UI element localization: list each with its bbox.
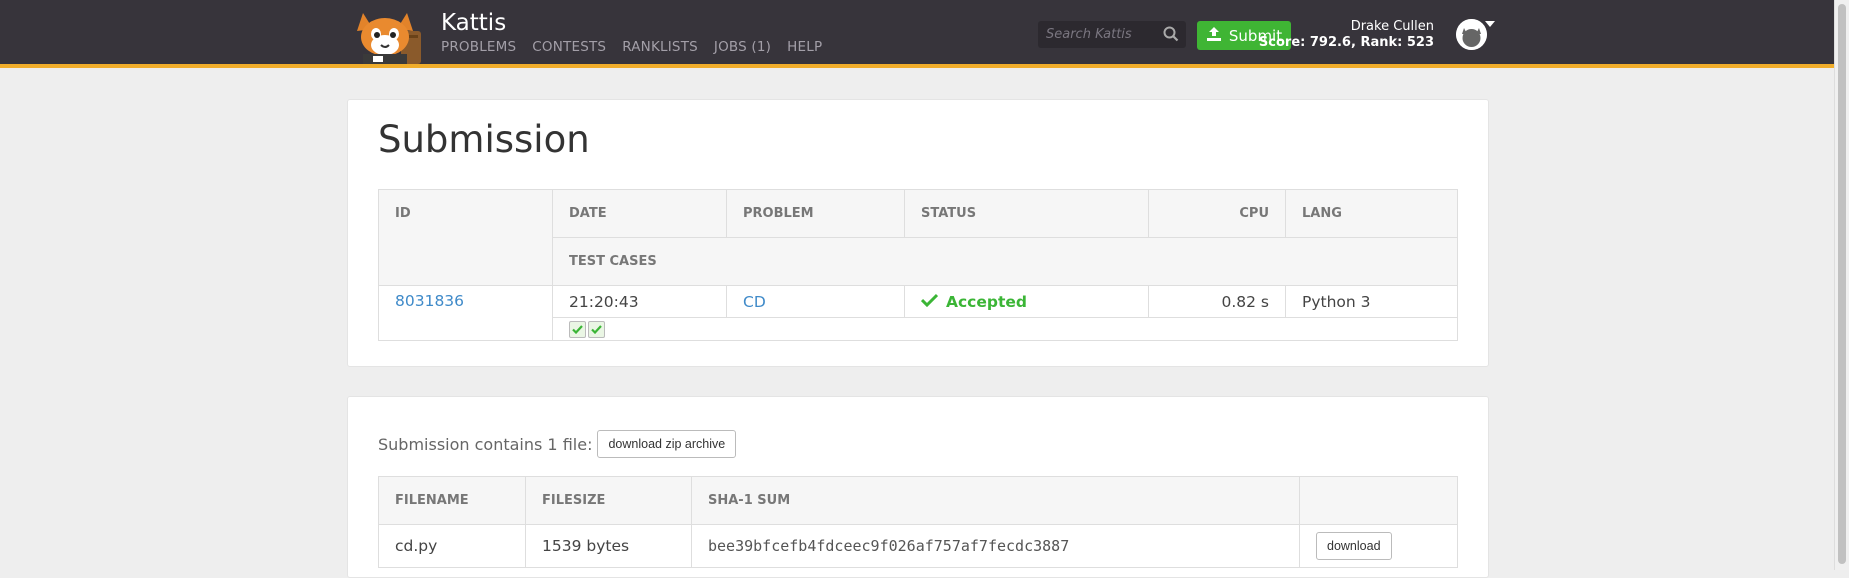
chevron-down-icon[interactable] (1485, 21, 1495, 27)
nav-problems[interactable]: PROBLEMS (441, 39, 516, 55)
col-status: STATUS (904, 189, 1149, 238)
file-actions: download (1299, 524, 1458, 568)
user-score-rank: Score: 792.6, Rank: 523 (1258, 35, 1434, 50)
status-label: Accepted (946, 292, 1027, 311)
submission-problem-cell: CD (726, 285, 905, 318)
search-icon[interactable] (1162, 25, 1180, 43)
user-info[interactable]: Drake Cullen Score: 792.6, Rank: 523 (1259, 19, 1434, 51)
col-problem: PROBLEM (726, 189, 905, 238)
upload-icon (1206, 26, 1222, 46)
submission-cpu: 0.82 s (1148, 285, 1286, 318)
file-size: 1539 bytes (525, 524, 692, 568)
submission-id-link[interactable]: 8031836 (395, 292, 464, 310)
main-nav: PROBLEMS CONTESTS RANKLISTS JOBS (1) HEL… (441, 39, 822, 55)
brand-name[interactable]: Kattis (441, 10, 506, 36)
nav-help[interactable]: HELP (787, 39, 822, 55)
files-summary: Submission contains 1 file: download zip… (378, 430, 737, 458)
download-zip-button[interactable]: download zip archive (597, 430, 737, 458)
table-row: cd.py 1539 bytes bee39bfcefb4fdceec9f026… (378, 524, 1458, 568)
search-placeholder: Search Kattis (1046, 27, 1132, 42)
test-cases-cell (552, 317, 1458, 341)
col-actions (1299, 476, 1458, 525)
file-sha1: bee39bfcefb4fdceec9f026af757af7fecdc3887 (691, 524, 1300, 568)
page-title: Submission (378, 118, 590, 161)
nav-jobs[interactable]: JOBS (1) (714, 39, 771, 55)
test-case-passed-icon[interactable] (588, 321, 605, 338)
kattis-logo[interactable] (349, 9, 429, 64)
file-name: cd.py (378, 524, 526, 568)
submission-id-cell: 8031836 (378, 285, 553, 341)
avatar[interactable] (1456, 19, 1487, 50)
user-name: Drake Cullen (1350, 19, 1434, 34)
nav-ranklists[interactable]: RANKLISTS (622, 39, 698, 55)
col-filename: FILENAME (378, 476, 526, 525)
check-icon (920, 293, 939, 311)
col-filesize: FILESIZE (525, 476, 692, 525)
files-card: Submission contains 1 file: download zip… (347, 396, 1489, 578)
submission-status: Accepted (904, 285, 1149, 318)
files-count-text: Submission contains 1 file: (378, 434, 593, 454)
col-test-cases: TEST CASES (552, 237, 1458, 286)
table-row: 8031836 21:20:43 CD Accepted 0.82 s Pyth… (378, 285, 1458, 341)
col-cpu: CPU (1148, 189, 1286, 238)
col-id: ID (378, 189, 553, 286)
submission-card: Submission ID DATE PROBLEM STATUS CPU LA… (347, 99, 1489, 367)
files-table: FILENAME FILESIZE SHA-1 SUM cd.py 1539 b… (378, 476, 1458, 568)
col-sha1: SHA-1 SUM (691, 476, 1300, 525)
submission-date: 21:20:43 (552, 285, 727, 318)
col-date: DATE (552, 189, 727, 238)
submission-table: ID DATE PROBLEM STATUS CPU LANG TEST CAS… (378, 189, 1458, 341)
problem-link[interactable]: CD (743, 293, 766, 311)
scrollbar-thumb[interactable] (1838, 4, 1846, 564)
nav-contests[interactable]: CONTESTS (532, 39, 606, 55)
scrollbar[interactable] (1834, 0, 1849, 570)
top-navbar: Kattis PROBLEMS CONTESTS RANKLISTS JOBS … (0, 0, 1835, 68)
download-file-button[interactable]: download (1316, 532, 1392, 560)
col-lang: LANG (1285, 189, 1458, 238)
test-case-passed-icon[interactable] (569, 321, 586, 338)
search-input[interactable]: Search Kattis (1038, 21, 1186, 48)
submission-lang: Python 3 (1285, 285, 1458, 318)
